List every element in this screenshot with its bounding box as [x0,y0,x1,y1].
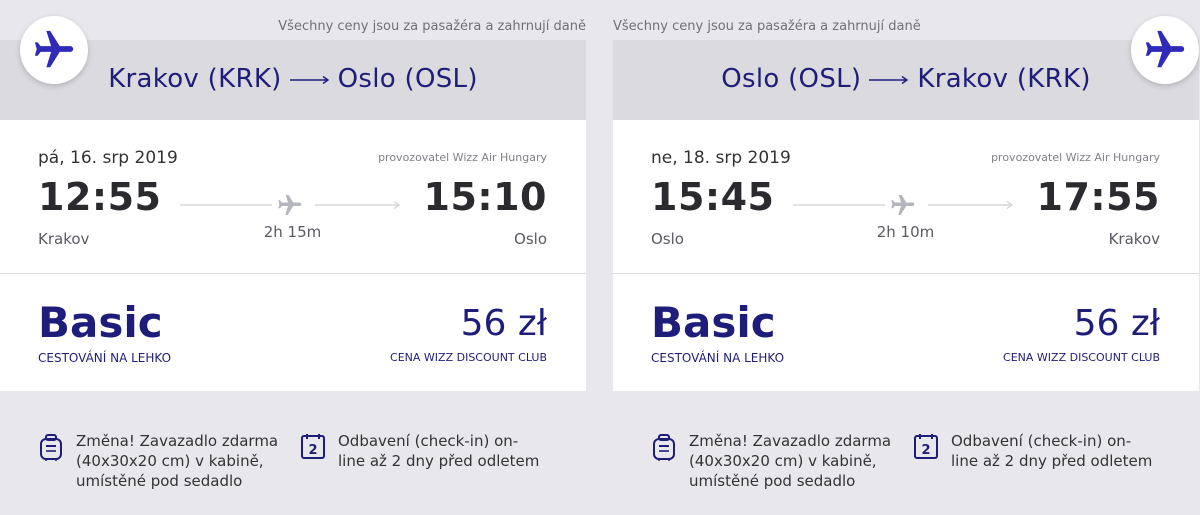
fare-features: Změna! Zavazadlo zdarma (40x30x20 cm) v … [0,391,586,515]
arrival-city: Oslo [514,230,547,248]
feature-text: Odbavení (check-in) on- line až 2 dny př… [951,431,1166,471]
arrival-time: 15:10 [423,175,547,219]
route-destination: Oslo (OSL) [337,64,478,94]
card-divider [0,273,586,274]
route-arrow-icon [869,75,909,84]
feature-line: line až 2 dny před odletem [951,452,1153,470]
bag-icon [653,434,675,461]
flight-duration: 2h 15m [263,223,322,241]
arrival-city: Krakov [1108,230,1160,248]
flight-duration: 2h 10m [876,223,935,241]
feature-text: Změna! Zavazadlo zdarma (40x30x20 cm) v … [76,431,296,491]
price-note: Všechny ceny jsou za pasažéra a zahrnují… [613,19,921,34]
price-subtitle: CENA WIZZ DISCOUNT CLUB [390,351,547,364]
feature-line: (40x30x20 cm) v kabině, [76,452,264,470]
arrival-time: 17:55 [1036,175,1160,219]
feature-line: Odbavení (check-in) on- [951,432,1132,450]
route-title: Oslo (OSL) Krakov (KRK) [613,64,1199,94]
calendar-icon: 2 [914,434,938,459]
fare-price: 56 zł [460,303,547,344]
feature-line: umístěné pod sedadlo [76,472,243,490]
feature-line: (40x30x20 cm) v kabině, [689,452,877,470]
feature-line: umístěné pod sedadlo [689,472,856,490]
calendar-day: 2 [308,443,317,458]
flight-date: pá, 16. srp 2019 [38,148,178,168]
route-arrow-icon [289,75,329,84]
fare-subtitle: CESTOVÁNÍ NA LEHKO [38,351,172,365]
flight-card[interactable]: ne, 18. srp 2019 provozovatel Wizz Air H… [613,120,1199,391]
flight-path-line [180,195,401,215]
fare-features: Změna! Zavazadlo zdarma (40x30x20 cm) v … [613,391,1199,515]
flight-date: ne, 18. srp 2019 [651,148,791,168]
departure-time: 12:55 [38,175,162,219]
feature-text: Změna! Zavazadlo zdarma (40x30x20 cm) v … [689,431,909,491]
price-subtitle: CENA WIZZ DISCOUNT CLUB [1003,351,1160,364]
airplane-icon [1145,30,1185,68]
bag-icon [40,434,62,461]
departure-time: 15:45 [651,175,775,219]
operator-label: provozovatel Wizz Air Hungary [991,151,1160,164]
outbound-flight-column: Všechny ceny jsou za pasažéra a zahrnují… [0,0,586,515]
fare-name: Basic [651,298,776,347]
departure-city: Krakov [38,230,90,248]
feature-line: line až 2 dny před odletem [338,452,540,470]
price-note: Všechny ceny jsou za pasažéra a zahrnují… [278,19,586,34]
calendar-icon: 2 [301,434,325,459]
feature-line: Změna! Zavazadlo zdarma [689,432,892,450]
calendar-day: 2 [921,443,930,458]
fare-subtitle: CESTOVÁNÍ NA LEHKO [651,351,785,365]
flight-card[interactable]: pá, 16. srp 2019 provozovatel Wizz Air H… [0,120,586,391]
feature-text: Odbavení (check-in) on- line až 2 dny př… [338,431,553,471]
departure-city: Oslo [651,230,684,248]
flight-path-line [793,195,1014,215]
return-flight-column: Všechny ceny jsou za pasažéra a zahrnují… [613,0,1199,515]
route-title: Krakov (KRK) Oslo (OSL) [0,64,586,94]
fare-price: 56 zł [1073,303,1160,344]
route-origin: Krakov (KRK) [108,64,282,94]
plane-icon [278,195,302,215]
fare-name: Basic [38,298,163,347]
route-destination: Krakov (KRK) [917,64,1091,94]
feature-line: Změna! Zavazadlo zdarma [76,432,279,450]
card-divider [613,273,1199,274]
feature-line: Odbavení (check-in) on- [338,432,519,450]
arrival-plane-badge [1131,16,1199,84]
operator-label: provozovatel Wizz Air Hungary [378,151,547,164]
plane-icon [891,195,915,215]
route-origin: Oslo (OSL) [721,64,862,94]
